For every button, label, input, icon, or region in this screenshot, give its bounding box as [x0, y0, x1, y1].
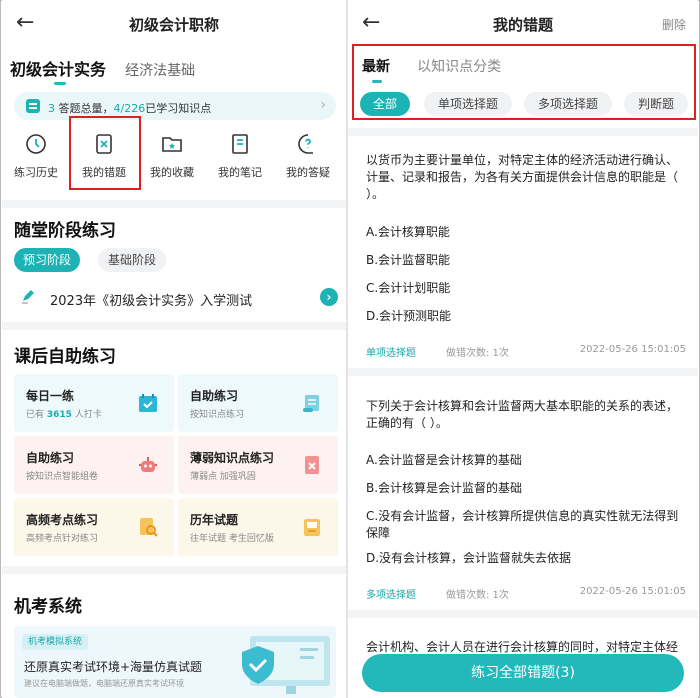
tab-economic-law[interactable]: 经济法基础	[125, 60, 195, 80]
entrance-test-title: 2023年《初级会计实务》入学测试	[50, 294, 253, 309]
self-practice-smart-card[interactable]: 自助练习 按知识点智能组卷	[14, 436, 174, 494]
option-c[interactable]: C.会计计划职能	[366, 280, 686, 297]
card-subtitle: 高频考点针对练习	[26, 534, 99, 544]
page-title: 初级会计职称	[128, 16, 219, 34]
entrance-test-row[interactable]: 2023年《初级会计实务》入学测试 ›	[20, 286, 338, 310]
progress-info-bar[interactable]: 3 答题总量，4/226已学习知识点 ›	[14, 92, 336, 120]
pen-icon	[22, 290, 34, 304]
weak-point-icon	[305, 456, 319, 474]
exam-system-title: 机考系统	[14, 597, 82, 617]
arrow-right-icon[interactable]: ›	[320, 288, 338, 306]
computer-shield-illustration	[242, 636, 330, 694]
question-text: 以货币为主要计量单位，对特定主体的经济活动进行确认、计量、记录和报告，为各有关方…	[366, 153, 679, 201]
section-separator	[2, 200, 346, 208]
my-favorites-link[interactable]: 我的收藏	[138, 130, 206, 190]
practice-all-wrong-button[interactable]: 练习全部错题(3)	[362, 654, 684, 692]
wrong-question-item[interactable]: 以货币为主要计量单位，对特定主体的经济活动进行确认、计量、记录和报告，为各有关方…	[348, 136, 698, 368]
option-d[interactable]: D.会计预测职能	[366, 308, 686, 325]
stage-basic-tab[interactable]: 基础阶段	[98, 248, 166, 272]
after-class-title: 课后自助练习	[14, 347, 116, 367]
timestamp: 2022-05-26 15:01:05	[579, 344, 686, 355]
option-a[interactable]: A.会计监督是会计核算的基础	[366, 452, 686, 469]
delete-button[interactable]: 删除	[662, 16, 686, 33]
active-tab-indicator	[54, 82, 66, 85]
left-header: ← 初级会计职称	[2, 0, 346, 46]
favorites-folder-icon	[162, 137, 182, 152]
option-c[interactable]: C.没有会计监督，会计核算所提供信息的真实性就无法得到保障	[366, 508, 686, 542]
card-title: 高频考点练习	[26, 513, 99, 527]
progress-text: 3 答题总量，4/226已学习知识点	[48, 102, 212, 115]
self-practice-by-point-card[interactable]: 自助练习 按知识点练习	[178, 374, 338, 432]
document-search-icon	[140, 518, 158, 537]
highlight-box-filters	[352, 44, 696, 120]
section-separator	[2, 322, 346, 330]
question-meta: 多项选择题 做错次数: 1次 2022-05-26 15:01:05	[366, 586, 686, 601]
question-type: 单项选择题	[366, 348, 416, 359]
my-qa-link[interactable]: 我的答疑	[274, 130, 342, 190]
card-subtitle: 按知识点智能组卷	[26, 472, 99, 482]
card-title: 薄弱知识点练习	[190, 451, 275, 465]
chevron-right-icon: ›	[320, 97, 326, 113]
card-subtitle: 往年试题 考生回忆版	[190, 534, 274, 544]
course-home-screen: ← 初级会计职称 初级会计实务 经济法基础 3 答题总量，4/226已学习知识点…	[2, 0, 346, 698]
section-separator	[348, 128, 698, 136]
question-text: 下列关于会计核算和会计监督两大基本职能的关系的表述，正确的有（ ）。	[366, 399, 679, 430]
wrong-count: 做错次数: 1次	[446, 348, 509, 359]
robot-icon	[139, 457, 157, 472]
exam-simulation-banner[interactable]: 机考模拟系统 还原真实考试环境+海量仿真试题 建议在电脑端做题，电脑端还原真实考…	[14, 626, 336, 698]
class-practice-title: 随堂阶段练习	[14, 221, 116, 241]
timestamp: 2022-05-26 15:01:05	[579, 586, 686, 597]
subject-tabs: 初级会计实务 经济法基础	[10, 56, 209, 80]
practice-history-link[interactable]: 练习历史	[2, 130, 70, 190]
card-title: 自助练习	[26, 451, 75, 465]
my-notes-link[interactable]: 我的笔记	[206, 130, 274, 190]
daily-practice-card[interactable]: 每日一练 已有 3615 人打卡	[14, 374, 174, 432]
card-subtitle: 薄弱点 加强巩固	[190, 472, 256, 482]
card-title: 历年试题	[190, 513, 239, 527]
quick-links: 练习历史 我的错题 我的收藏 我的笔记 我的答疑	[2, 130, 346, 190]
option-d[interactable]: D.没有会计核算，会计监督就失去依据	[366, 550, 686, 567]
highlight-box-wrong-questions	[69, 116, 141, 190]
scroll-icon	[303, 395, 319, 412]
option-a[interactable]: A.会计核算职能	[366, 224, 686, 241]
weak-points-practice-card[interactable]: 薄弱知识点练习 薄弱点 加强巩固	[178, 436, 338, 494]
card-subtitle: 已有 3615 人打卡	[26, 410, 102, 420]
section-separator	[348, 368, 698, 376]
right-header: ← 我的错题 删除	[348, 0, 698, 46]
quick-link-label: 练习历史	[14, 166, 58, 179]
wrong-questions-screen: ← 我的错题 删除 最新 以知识点分类 全部 单项选择题 多项选择题 判断题 以…	[348, 0, 698, 698]
question-type: 多项选择题	[366, 590, 416, 601]
option-b[interactable]: B.会计监督职能	[366, 252, 686, 269]
notes-icon	[232, 134, 248, 154]
exam-tag: 机考模拟系统	[22, 634, 89, 650]
wrong-count: 做错次数: 1次	[446, 590, 509, 601]
card-subtitle: 按知识点练习	[190, 410, 245, 420]
high-frequency-practice-card[interactable]: 高频考点练习 高频考点针对练习	[14, 498, 174, 556]
stage-preview-tab[interactable]: 预习阶段	[14, 248, 80, 272]
quick-link-label: 我的收藏	[150, 166, 194, 179]
card-title: 每日一练	[26, 389, 75, 403]
section-separator	[348, 610, 698, 618]
tab-accounting-practice[interactable]: 初级会计实务	[10, 56, 106, 80]
quick-link-label: 我的答疑	[286, 166, 330, 179]
card-title: 自助练习	[190, 389, 239, 403]
exam-sub-text: 建议在电脑端做题，电脑端还原真实考试环境	[24, 679, 184, 688]
section-separator	[2, 566, 346, 574]
history-icon	[26, 134, 46, 154]
exam-main-text: 还原真实考试环境+海量仿真试题	[24, 660, 203, 674]
quick-link-label: 我的笔记	[218, 166, 262, 179]
option-b[interactable]: B.会计核算是会计监督的基础	[366, 480, 686, 497]
calendar-check-icon	[139, 394, 157, 412]
question-meta: 单项选择题 做错次数: 1次 2022-05-26 15:01:05	[366, 344, 686, 359]
wrong-question-item[interactable]: 下列关于会计核算和会计监督两大基本职能的关系的表述，正确的有（ ）。 A.会计监…	[348, 376, 698, 608]
stats-icon	[26, 99, 40, 113]
folder-paper-icon	[304, 519, 320, 536]
past-exams-card[interactable]: 历年试题 往年试题 考生回忆版	[178, 498, 338, 556]
qa-icon	[298, 134, 313, 154]
next-question-preview: 会计机构、会计人员在进行会计核算的同时，对特定主体经	[366, 640, 679, 654]
page-title: 我的错题	[492, 16, 553, 34]
